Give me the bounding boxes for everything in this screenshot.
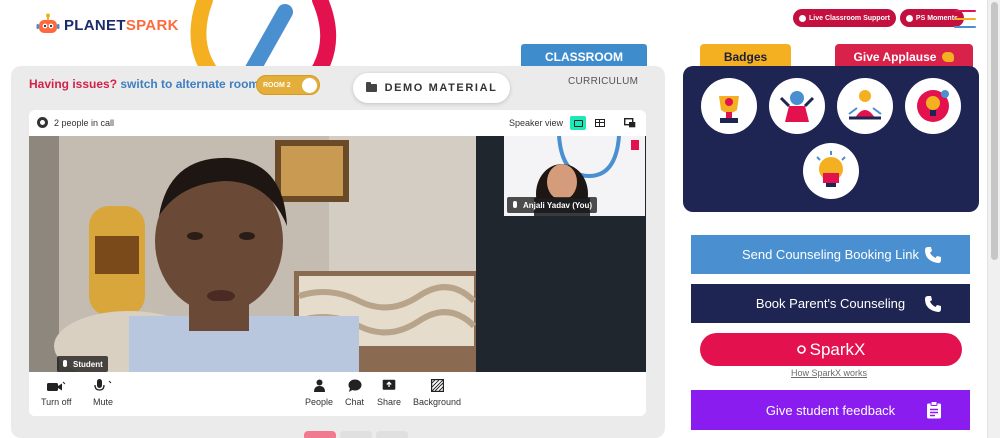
folder-icon bbox=[365, 82, 377, 92]
issue-question: Having issues? bbox=[29, 77, 118, 91]
popout-icon bbox=[624, 118, 636, 128]
student-name-tag: Student bbox=[57, 356, 108, 372]
clipboard-icon bbox=[927, 401, 941, 419]
meditation-badge-icon[interactable] bbox=[837, 78, 893, 134]
how-sparkx-works-link[interactable]: How SparkX works bbox=[791, 368, 867, 378]
chat-icon bbox=[348, 378, 362, 392]
support-icon bbox=[799, 14, 806, 22]
scrollbar[interactable] bbox=[987, 0, 1000, 438]
clap-icon bbox=[942, 51, 955, 62]
turn-off-label: Turn off bbox=[41, 397, 72, 407]
badges-panel bbox=[683, 66, 979, 212]
mute-label: Mute bbox=[93, 397, 114, 407]
teacher-video-tile: Anjali Yadav (You) bbox=[504, 136, 645, 216]
switch-room-link[interactable]: switch to alternate room bbox=[120, 77, 259, 91]
speaker-view-label: Speaker view bbox=[509, 118, 564, 128]
turn-off-camera-button[interactable]: Turn off bbox=[41, 378, 72, 407]
page-indicator[interactable] bbox=[340, 431, 372, 438]
call-controls: Turn off Mute People Chat Share Backgrou… bbox=[29, 372, 646, 416]
room-toggle[interactable]: ROOM 2 bbox=[256, 75, 320, 95]
superhero-badge-icon[interactable] bbox=[769, 78, 825, 134]
menu-hamburger-icon[interactable] bbox=[954, 10, 976, 28]
speaker-view-icon bbox=[573, 119, 583, 127]
student-video: Student bbox=[29, 136, 476, 372]
grid-view-icon bbox=[595, 119, 605, 127]
chat-button[interactable]: Chat bbox=[345, 378, 364, 407]
speaker-view-button[interactable] bbox=[570, 116, 586, 130]
creativity-badge-icon[interactable] bbox=[803, 143, 859, 199]
student-name: Student bbox=[73, 359, 103, 369]
sparkx-label: SparkX bbox=[809, 339, 866, 359]
live-classroom-support-button[interactable]: Live Classroom Support bbox=[793, 9, 896, 27]
page-indicator[interactable] bbox=[376, 431, 408, 438]
give-student-feedback-label: Give student feedback bbox=[765, 402, 896, 418]
mic-icon bbox=[63, 360, 67, 367]
demo-material-label: DEMO MATERIAL bbox=[384, 82, 498, 94]
give-student-feedback-button[interactable]: Give student feedback bbox=[691, 390, 970, 430]
book-parent-counseling-button[interactable]: Book Parent's Counseling bbox=[691, 284, 970, 323]
popout-button[interactable] bbox=[622, 116, 638, 130]
grid-view-button[interactable] bbox=[592, 116, 608, 130]
share-icon bbox=[382, 378, 396, 392]
phone-icon bbox=[925, 246, 941, 263]
issue-message: Having issues? switch to alternate room bbox=[29, 77, 259, 91]
page-indicator-active[interactable] bbox=[304, 431, 336, 438]
people-count: 2 people in call bbox=[54, 118, 115, 128]
student-video-scene bbox=[29, 136, 476, 372]
give-applause-label: Give Applause bbox=[853, 49, 937, 64]
background-label: Background bbox=[413, 397, 462, 407]
mic-icon bbox=[513, 201, 517, 208]
send-counseling-link-button[interactable]: Send Counseling Booking Link bbox=[691, 235, 970, 274]
scrollbar-thumb[interactable] bbox=[991, 2, 998, 260]
video-call-window: 2 people in call Speaker view Student An… bbox=[29, 110, 646, 416]
call-toolbar: 2 people in call Speaker view bbox=[29, 110, 646, 136]
chat-label: Chat bbox=[345, 397, 365, 407]
people-icon bbox=[313, 378, 326, 392]
planetspark-logo[interactable]: PLANETSPARK bbox=[36, 13, 179, 37]
trophy-badge-icon[interactable] bbox=[701, 78, 757, 134]
send-counseling-link-label: Send Counseling Booking Link bbox=[741, 247, 920, 262]
room-toggle-label: ROOM 2 bbox=[263, 81, 291, 89]
people-button[interactable]: People bbox=[305, 378, 333, 407]
gear-icon[interactable] bbox=[37, 117, 48, 128]
camera-icon bbox=[46, 378, 66, 392]
demo-material-button[interactable]: DEMO MATERIAL bbox=[353, 73, 510, 103]
book-parent-counseling-label: Book Parent's Counseling bbox=[755, 296, 906, 311]
background-button[interactable]: Background bbox=[413, 378, 461, 407]
sparkx-button[interactable]: SparkX bbox=[700, 333, 962, 366]
teacher-name: Anjali Yadav (You) bbox=[523, 200, 593, 210]
robot-logo-icon bbox=[36, 13, 60, 33]
idea-badge-icon[interactable] bbox=[905, 78, 961, 134]
phone-icon bbox=[925, 295, 941, 312]
background-icon bbox=[430, 378, 444, 392]
logo-wordmark: PLANETSPARK bbox=[64, 16, 179, 34]
toggle-knob bbox=[302, 78, 317, 93]
teacher-name-tag: Anjali Yadav (You) bbox=[507, 197, 598, 213]
share-button[interactable]: Share bbox=[377, 378, 401, 407]
sparkx-icon bbox=[796, 345, 806, 354]
mute-button[interactable]: Mute bbox=[93, 378, 113, 407]
share-label: Share bbox=[377, 397, 402, 407]
mic-icon bbox=[93, 378, 113, 392]
moments-icon bbox=[905, 14, 913, 22]
tab-curriculum[interactable]: CURRICULUM bbox=[568, 76, 638, 87]
people-label: People bbox=[305, 397, 334, 407]
